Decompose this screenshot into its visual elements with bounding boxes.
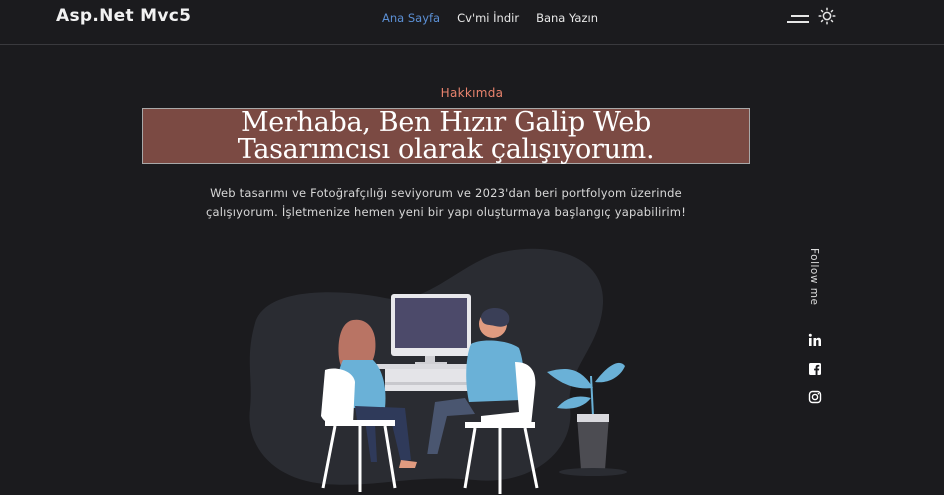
section-eyebrow: Hakkımda	[440, 86, 504, 100]
top-navbar: Asp.Net Mvc5 Ana Sayfa Cv'mi İndir Bana …	[0, 0, 944, 45]
nav-item-home[interactable]: Ana Sayfa	[382, 11, 440, 25]
facebook-icon[interactable]	[808, 362, 822, 376]
plant-pot	[577, 416, 609, 470]
hero-title: Merhaba, Ben Hızır Galip Web Tasarımcısı…	[142, 109, 750, 163]
sun-icon[interactable]	[818, 7, 836, 25]
nav-item-download-cv[interactable]: Cv'mi İndir	[457, 11, 519, 25]
coworking-illustration	[249, 248, 627, 494]
instagram-icon[interactable]	[808, 390, 822, 404]
hero-title-line-2: Tasarımcısı olarak çalışıyorum.	[237, 134, 655, 165]
hero-description-line-1: Web tasarımı ve Fotoğrafçılığı seviyorum…	[210, 186, 682, 200]
hero-description: Web tasarımı ve Fotoğrafçılığı seviyorum…	[190, 184, 702, 222]
man-shirt	[466, 340, 524, 402]
menu-icon[interactable]	[787, 13, 809, 25]
brand-logo[interactable]: Asp.Net Mvc5	[56, 6, 191, 26]
nav-item-contact[interactable]: Bana Yazın	[536, 11, 598, 25]
hero-description-line-2: çalışıyorum. İşletmenize hemen yeni bir …	[205, 205, 687, 219]
follow-me-label: Follow me	[808, 248, 820, 306]
left-chair	[321, 368, 355, 426]
main-menu: Ana Sayfa Cv'mi İndir Bana Yazın	[382, 11, 598, 25]
linkedin-icon[interactable]	[808, 333, 822, 347]
